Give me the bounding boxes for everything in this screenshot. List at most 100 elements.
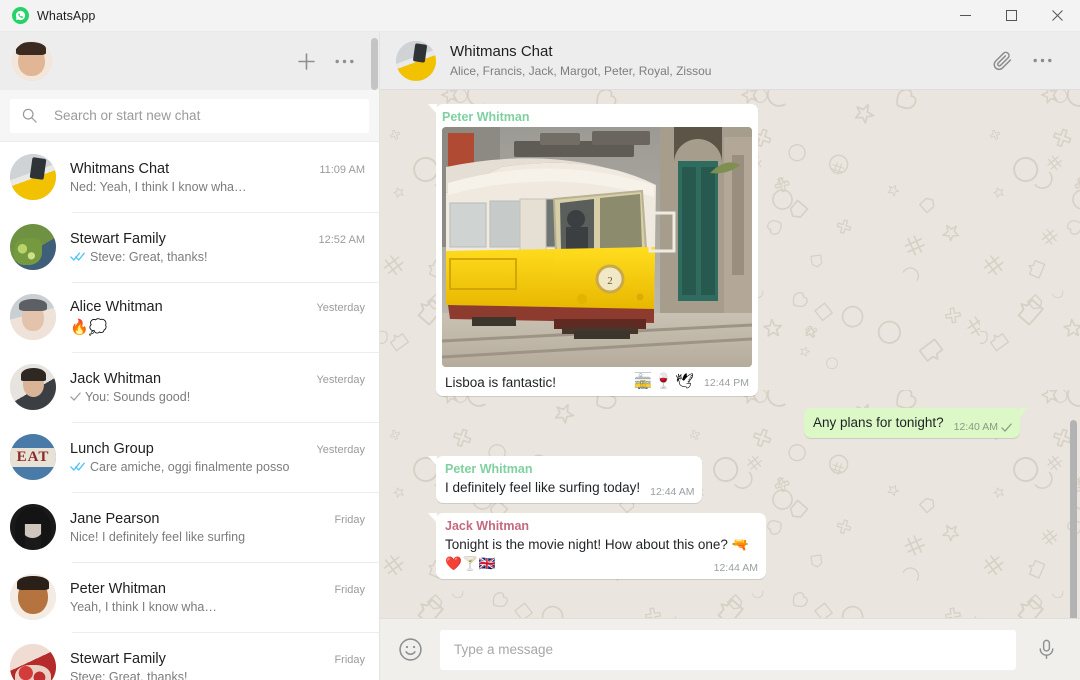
new-chat-button[interactable]	[287, 42, 325, 80]
sidebar-scrollbar-thumb[interactable]	[371, 38, 378, 90]
emoji-picker-button[interactable]	[394, 634, 426, 666]
chat-list-item-preview: Ned: Yeah, I think I know wha…	[70, 179, 247, 194]
chat-list-item[interactable]: EAT Lunch Group Yesterday Care amiche, o…	[0, 422, 379, 492]
message-sender-name: Jack Whitman	[445, 519, 530, 534]
whatsapp-logo-icon	[12, 7, 29, 24]
title-bar-left: WhatsApp	[0, 7, 942, 24]
message-row: Any plans for tonight? 12:40 AM	[436, 408, 1028, 439]
sidebar-header	[0, 32, 379, 90]
conversation-header[interactable]: Whitmans Chat Alice, Francis, Jack, Marg…	[380, 32, 1080, 90]
tram-photo-image[interactable]: 2	[442, 127, 752, 367]
message-text: Tonight is the movie night! How about th…	[445, 537, 749, 571]
window-controls	[942, 0, 1080, 32]
conversation-scrollbar-thumb[interactable]	[1070, 420, 1077, 618]
chat-list-item-body: Whitmans Chat 11:09 AM Ned: Yeah, I thin…	[70, 161, 365, 194]
chat-list-item-body: Stewart Family 12:52 AM Steve: Great, th…	[70, 231, 365, 264]
chat-list-item[interactable]: Alice Whitman Yesterday 🔥💭	[0, 282, 379, 352]
message-input[interactable]: Type a message	[440, 629, 1016, 670]
minimize-button[interactable]	[942, 0, 988, 32]
chat-list-item-avatar	[10, 224, 56, 270]
sent-receipt-check-icon	[1001, 422, 1012, 433]
chat-list-item-body: Peter Whitman Friday Yeah, I think I kno…	[70, 581, 365, 614]
chat-list-item[interactable]: Stewart Family 12:52 AM Steve: Great, th…	[0, 212, 379, 282]
search-placeholder: Search or start new chat	[54, 108, 201, 123]
chat-list-item-name: Stewart Family	[70, 230, 166, 247]
window-body: Search or start new chat Whitmans Chat 1…	[0, 32, 1080, 680]
sidebar-menu-button[interactable]	[325, 42, 363, 80]
chat-list-item-preview: Care amiche, oggi finalmente posso	[90, 459, 290, 474]
image-caption-row: Lisboa is fantastic! 🚋🍷🕊 12:44 PM	[442, 367, 752, 391]
chat-list-item-body: Alice Whitman Yesterday 🔥💭	[70, 299, 365, 336]
chat-list-item-name: Stewart Family	[70, 650, 166, 667]
title-bar: WhatsApp	[0, 0, 1080, 32]
chat-list-item[interactable]: Jack Whitman Yesterday You: Sounds good!	[0, 352, 379, 422]
chat-list-item-time: Friday	[334, 513, 365, 526]
conversation-participants: Alice, Francis, Jack, Margot, Peter, Roy…	[450, 63, 712, 78]
message-meta: 12:44 AM	[714, 562, 758, 574]
chat-list-item-time: Yesterday	[316, 373, 365, 386]
chat-list-item-name: Alice Whitman	[70, 298, 163, 315]
chat-list-item-time: 11:09 AM	[319, 163, 365, 176]
conversation-scrollbar[interactable]	[1070, 420, 1077, 618]
close-button[interactable]	[1034, 0, 1080, 32]
chat-list-item-time: Yesterday	[316, 443, 365, 456]
chat-list-item-preview: You: Sounds good!	[85, 389, 191, 404]
message-meta: 12:44 AM	[650, 486, 694, 498]
conversation-title: Whitmans Chat	[450, 43, 553, 61]
image-caption-emoji: 🚋🍷🕊	[633, 373, 697, 390]
message-text: Any plans for tonight?	[813, 415, 944, 430]
chat-list-item[interactable]: Stewart Family Friday Steve: Great, than…	[0, 632, 379, 680]
chat-list-item-body: Jane Pearson Friday Nice! I definitely f…	[70, 511, 365, 544]
message-row: Jack Whitman Tonight is the movie night!…	[428, 513, 1020, 579]
chat-list-item-avatar	[10, 574, 56, 620]
conversation-menu-button[interactable]	[1022, 41, 1062, 81]
search-bar: Search or start new chat	[0, 90, 379, 142]
message-sender-name: Peter Whitman	[445, 462, 533, 477]
chat-list-item-avatar	[10, 364, 56, 410]
chat-list-item[interactable]: Peter Whitman Friday Yeah, I think I kno…	[0, 562, 379, 632]
chat-list-item-body: Jack Whitman Yesterday You: Sounds good!	[70, 371, 365, 404]
read-receipt-double-check-icon	[70, 461, 86, 472]
chat-list-item-time: Friday	[334, 653, 365, 666]
chat-list[interactable]: Whitmans Chat 11:09 AM Ned: Yeah, I thin…	[0, 142, 379, 680]
chat-list-item-time: 12:52 AM	[318, 233, 365, 246]
incoming-message-bubble[interactable]: Jack Whitman Tonight is the movie night!…	[428, 513, 766, 579]
chat-list-item[interactable]: Jane Pearson Friday Nice! I definitely f…	[0, 492, 379, 562]
incoming-message-bubble[interactable]: Peter Whitman I definitely feel like sur…	[427, 456, 703, 504]
message-row: Peter Whitman I definitely feel like sur…	[427, 456, 1020, 504]
chat-list-item-preview: Steve: Great, thanks!	[70, 669, 188, 680]
sidebar-pane: Search or start new chat Whitmans Chat 1…	[0, 32, 380, 680]
attach-button[interactable]	[982, 41, 1022, 81]
message-timestamp: 12:40 AM	[953, 421, 998, 433]
chat-list-item-time: Friday	[334, 583, 365, 596]
chat-list-item-name: Jane Pearson	[70, 510, 160, 527]
sent-receipt-check-icon	[70, 391, 81, 402]
message-input-placeholder: Type a message	[454, 642, 554, 657]
chat-list-item-body: Stewart Family Friday Steve: Great, than…	[70, 651, 365, 680]
sidebar-scrollbar[interactable]	[371, 32, 378, 680]
chat-list-item-avatar	[10, 644, 56, 680]
chat-list-item-preview: Nice! I definitely feel like surfing	[70, 529, 246, 544]
message-sender-name: Peter Whitman	[442, 110, 530, 124]
chat-list-item-avatar	[10, 294, 56, 340]
maximize-button[interactable]	[988, 0, 1034, 32]
message-timestamp: 12:44 AM	[713, 561, 758, 574]
image-message-bubble[interactable]: Peter Whitman 2 Lisboa is fantastic! 🚋🍷🕊…	[428, 104, 758, 396]
conversation-avatar[interactable]	[396, 40, 436, 81]
whatsapp-window: WhatsApp Search or start new chat Whitma…	[0, 0, 1080, 680]
chat-list-item-name: Lunch Group	[70, 440, 154, 457]
chat-list-item-body: Lunch Group Yesterday Care amiche, oggi …	[70, 441, 365, 474]
message-row: Peter Whitman 2 Lisboa is fantastic! 🚋🍷🕊…	[428, 104, 1020, 396]
chat-list-item-avatar	[10, 504, 56, 550]
chat-list-item[interactable]: Whitmans Chat 11:09 AM Ned: Yeah, I thin…	[0, 142, 379, 212]
outgoing-message-bubble[interactable]: Any plans for tonight? 12:40 AM	[804, 408, 1028, 439]
search-input[interactable]: Search or start new chat	[10, 98, 369, 133]
conversation-pane: Whitmans Chat Alice, Francis, Jack, Marg…	[380, 32, 1080, 680]
chat-list-item-name: Whitmans Chat	[70, 160, 170, 177]
my-profile-avatar[interactable]	[12, 41, 52, 81]
microphone-button[interactable]	[1030, 634, 1062, 666]
chat-list-item-preview: Steve: Great, thanks!	[90, 249, 208, 264]
svg-text:2: 2	[607, 275, 613, 287]
message-list: Peter Whitman 2 Lisboa is fantastic! 🚋🍷🕊…	[427, 104, 1028, 610]
image-caption-text: Lisboa is fantastic!	[445, 375, 557, 390]
